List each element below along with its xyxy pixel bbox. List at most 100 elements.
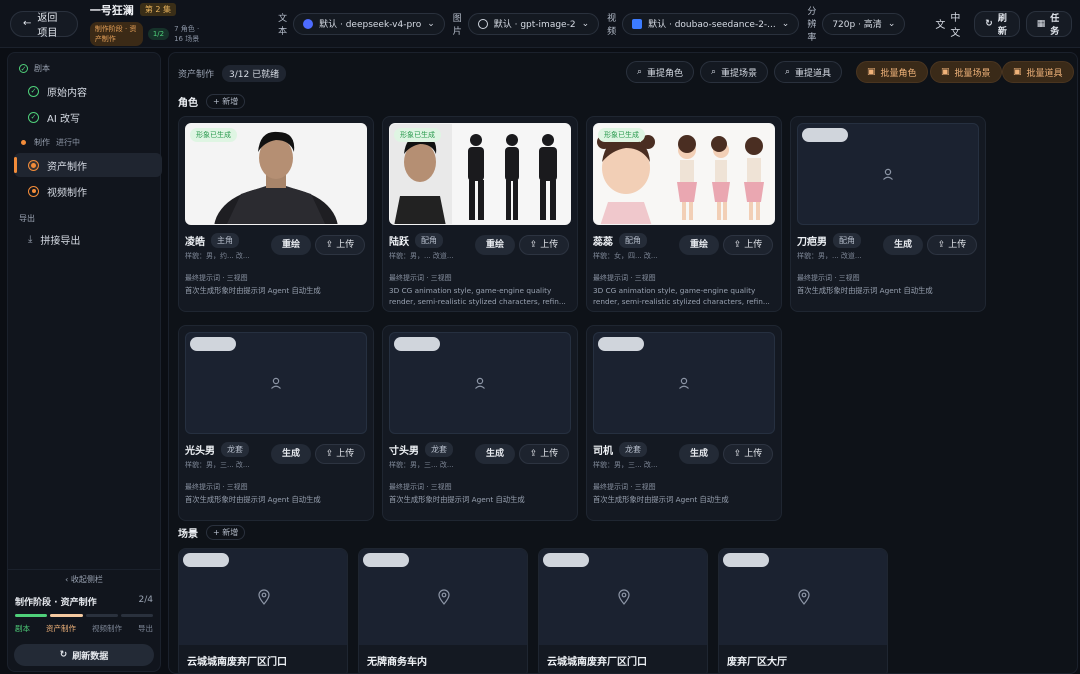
image-icon: ▣: [941, 67, 950, 77]
character-card[interactable]: 刀疤男 配角 样貌：男，... 改道... 生成 ⇪ 上传 最终提示词 · 三视…: [790, 116, 986, 312]
text-model-select[interactable]: 默认 · deepseek-v4-pro ⌄: [293, 12, 445, 35]
sidebar-item-video-production[interactable]: 视频制作: [20, 179, 162, 203]
add-character-button[interactable]: + 新增: [206, 94, 246, 109]
sidebar-item-ai-rewrite[interactable]: ✓ AI 改写: [20, 105, 162, 129]
top-bar: ← 返回项目 一号狂澜 第 2 集 制作阶段 · 资产制作 1/2 7 角色 ·…: [0, 0, 1080, 48]
character-name-row: 光头男 龙套: [185, 442, 249, 457]
batch-scenes-button[interactable]: ▣ 批量场景: [930, 61, 1002, 83]
generate-button[interactable]: 生成: [679, 444, 719, 464]
placeholder-badge: [183, 553, 229, 567]
character-meta: 样貌：男，... 改道...: [797, 252, 862, 260]
stage-summary: 制作阶段 · 资产制作 2/4: [15, 595, 153, 608]
character-thumbnail[interactable]: [185, 332, 367, 434]
scene-card[interactable]: 云城城南废弃厂区门口: [538, 548, 708, 673]
refresh-button[interactable]: ↻ 刷新: [974, 10, 1020, 37]
counts-text: 7 角色 · 16 场景: [174, 24, 200, 43]
scene-card[interactable]: 无牌商务车内: [358, 548, 528, 673]
openai-icon: [477, 18, 488, 29]
language-toggle[interactable]: 文 中文: [935, 9, 962, 39]
scene-thumbnail[interactable]: [359, 549, 527, 645]
resolution-select[interactable]: 720p · 高清 ⌄: [822, 12, 906, 35]
placeholder-badge: [802, 128, 848, 142]
stage-progress-bar: [15, 614, 153, 617]
scene-card[interactable]: 云城城南废弃厂区门口: [178, 548, 348, 673]
character-thumbnail[interactable]: [593, 332, 775, 434]
sidebar-item-asset-production[interactable]: 资产制作: [14, 153, 162, 177]
video-model-select[interactable]: 默认 · doubao-seedance-2-... ⌄: [622, 12, 800, 35]
progress-circle-icon: [28, 159, 39, 171]
project-name: 一号狂澜: [89, 3, 134, 17]
upload-button[interactable]: ⇪ 上传: [927, 235, 977, 255]
character-card[interactable]: 光头男 龙套 样貌：男，三... 改... 生成 ⇪ 上传 最终提示词 · 三视…: [178, 325, 374, 521]
re-extract-props-button[interactable]: ⌕ 重提道具: [774, 61, 843, 83]
character-name: 司机: [593, 446, 613, 457]
character-thumbnail[interactable]: [389, 332, 571, 434]
role-badge: 龙套: [221, 442, 249, 457]
upload-button[interactable]: ⇪ 上传: [315, 444, 365, 464]
character-thumbnail[interactable]: 形象已生成: [185, 123, 367, 225]
check-circle-icon: ✓: [28, 111, 39, 123]
upload-button[interactable]: ⇪ 上传: [315, 235, 365, 255]
generate-button[interactable]: 生成: [271, 444, 311, 464]
sidebar-item-original[interactable]: ✓ 原始内容: [20, 79, 162, 103]
refresh-data-button[interactable]: ↻ 刷新数据: [14, 644, 154, 666]
generate-button[interactable]: 生成: [475, 444, 515, 464]
progress-badge: 1/2: [147, 27, 170, 40]
character-card[interactable]: 寸头男 龙套 样貌：男，三... 改... 生成 ⇪ 上传 最终提示词 · 三视…: [382, 325, 578, 521]
scenes-section-header: 场景 + 新增: [178, 525, 246, 540]
scene-card[interactable]: 废弃厂区大厅: [718, 548, 888, 673]
add-scene-button[interactable]: + 新增: [206, 525, 246, 540]
upload-button[interactable]: ⇪ 上传: [519, 444, 569, 464]
character-name: 陆跃: [389, 237, 409, 248]
location-pin-icon: [618, 589, 630, 605]
image-icon: ▣: [867, 67, 876, 77]
character-thumbnail[interactable]: 形象已生成: [593, 123, 775, 225]
collapse-sidebar-button[interactable]: ‹ 收起侧栏: [8, 569, 160, 585]
prompt-text: 首次生成形象时由提示词 Agent 自动生成: [185, 286, 321, 295]
placeholder-badge: [723, 553, 769, 567]
translate-icon: 文: [935, 20, 946, 31]
placeholder-badge: [363, 553, 409, 567]
character-thumbnail[interactable]: 形象已生成: [389, 123, 571, 225]
upload-button[interactable]: ⇪ 上传: [519, 235, 569, 255]
project-title-block: 一号狂澜 第 2 集 制作阶段 · 资产制作 1/2 7 角色 · 16 场景: [89, 2, 210, 46]
character-thumbnail[interactable]: [797, 123, 979, 225]
image-model-select[interactable]: 默认 · gpt-image-2 ⌄: [467, 12, 600, 35]
check-icon: ✓: [19, 64, 28, 73]
character-meta: 样貌：男，约... 改...: [185, 252, 250, 260]
character-name: 蕊蕊: [593, 237, 613, 248]
batch-props-button[interactable]: ▣ 批量道具: [1002, 61, 1074, 83]
section-production: 制作 进行中: [19, 137, 80, 148]
upload-icon: ⇪: [733, 240, 742, 250]
upload-icon: ⇪: [937, 240, 946, 250]
back-button[interactable]: ← 返回项目: [10, 10, 78, 39]
placeholder-badge: [598, 337, 644, 351]
redraw-button[interactable]: 重绘: [679, 235, 719, 255]
upload-button[interactable]: ⇪ 上传: [723, 444, 773, 464]
redraw-button[interactable]: 重绘: [475, 235, 515, 255]
grid-icon: ▦: [1036, 18, 1046, 29]
scene-thumbnail[interactable]: [539, 549, 707, 645]
redraw-button[interactable]: 重绘: [271, 235, 311, 255]
batch-characters-button[interactable]: ▣ 批量角色: [856, 61, 928, 83]
character-meta: 样貌：男，三... 改...: [389, 461, 454, 469]
scene-thumbnail[interactable]: [719, 549, 887, 645]
upload-button[interactable]: ⇪ 上传: [723, 235, 773, 255]
character-card[interactable]: 司机 龙套 样貌：男，三... 改... 生成 ⇪ 上传 最终提示词 · 三视图…: [586, 325, 782, 521]
prompt-text: 首次生成形象时由提示词 Agent 自动生成: [389, 495, 525, 504]
re-extract-scenes-button[interactable]: ⌕ 重提场景: [700, 61, 769, 83]
scene-thumbnail[interactable]: [179, 549, 347, 645]
tasks-button[interactable]: ▦ 任务: [1025, 10, 1072, 37]
character-card[interactable]: 形象已生成 蕊蕊 配角 样貌：女，四... 改... 重绘 ⇪ 上传 最终提示词…: [586, 116, 782, 312]
character-card[interactable]: 形象已生成 凌皓 主角 样貌：男，约... 改... 重绘 ⇪ 上传 最终提示词…: [178, 116, 374, 312]
character-name: 光头男: [185, 446, 215, 457]
video-model-group: 视频 默认 · doubao-seedance-2-... ⌄: [607, 11, 800, 37]
generate-button[interactable]: 生成: [883, 235, 923, 255]
re-extract-characters-button[interactable]: ⌕ 重提角色: [626, 61, 695, 83]
character-card[interactable]: 形象已生成 陆跃 配角 样貌：男，... 改道... 重绘 ⇪ 上传 最终提示词…: [382, 116, 578, 312]
character-name-row: 凌皓 主角: [185, 233, 239, 248]
character-name: 刀疤男: [797, 237, 827, 248]
image-model-group: 图片 默认 · gpt-image-2 ⌄: [453, 11, 600, 37]
sidebar-item-merge-export[interactable]: ⤓ 拼接导出: [20, 227, 162, 251]
location-pin-icon: [798, 589, 810, 605]
